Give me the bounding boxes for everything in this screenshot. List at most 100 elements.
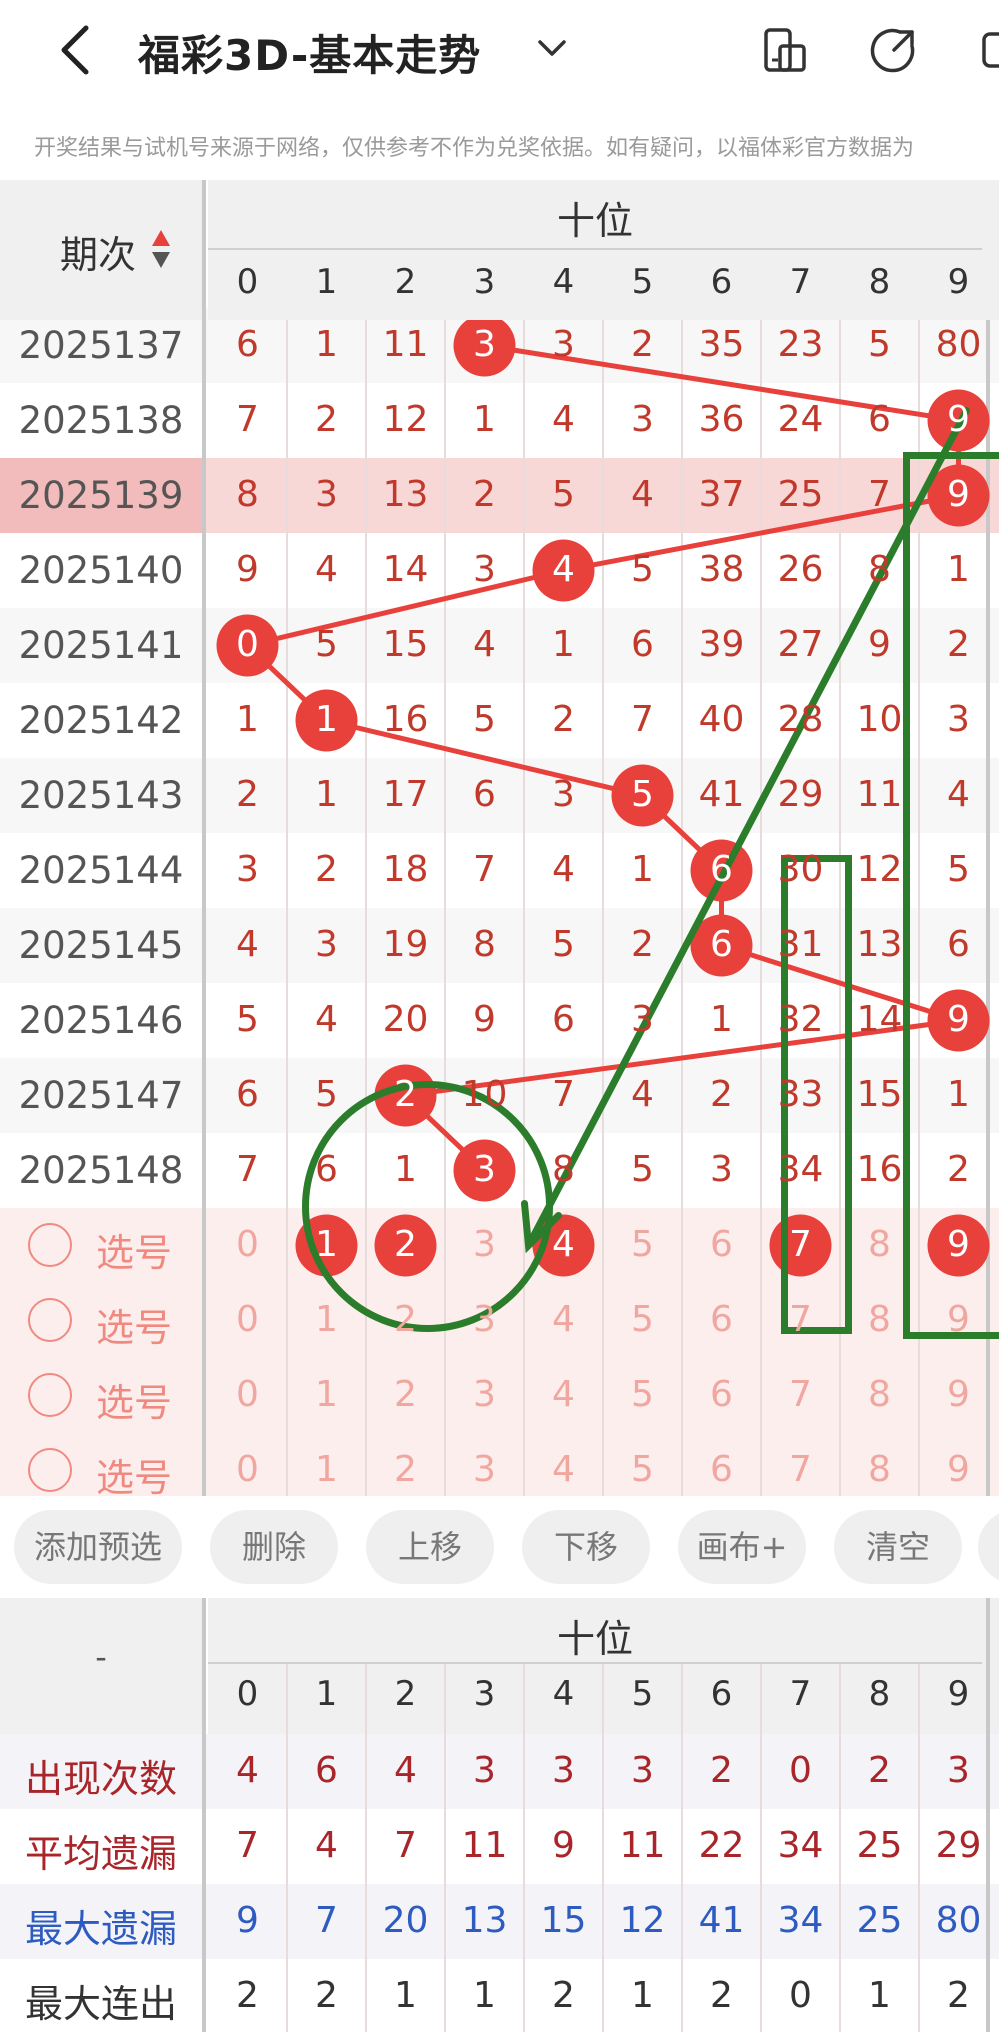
move-up-button[interactable]: 上移 xyxy=(366,1510,494,1584)
pick-digit[interactable]: 2 xyxy=(366,1449,445,1490)
pick-digit[interactable]: 7 xyxy=(761,1299,840,1340)
omission-cell: 15 xyxy=(366,624,445,665)
hit-number: 3 xyxy=(445,324,524,365)
page-title[interactable]: 福彩3D-基本走势 xyxy=(138,22,481,83)
pick-digit-selected[interactable]: 7 xyxy=(761,1224,840,1265)
pick-digit[interactable]: 4 xyxy=(524,1374,603,1415)
omission-cell: 4 xyxy=(445,624,524,665)
omission-cell: 35 xyxy=(682,324,761,365)
omission-cell: 4 xyxy=(524,849,603,890)
digit-header-1: 1 xyxy=(287,262,366,302)
clear-button[interactable]: 清空 xyxy=(834,1510,962,1584)
pick-digit[interactable]: 6 xyxy=(682,1374,761,1415)
pick-digit[interactable]: 7 xyxy=(761,1374,840,1415)
more-button[interactable] xyxy=(978,1510,999,1584)
pick-digit[interactable]: 0 xyxy=(208,1224,287,1265)
pick-digit[interactable]: 6 xyxy=(682,1299,761,1340)
stats-value: 22 xyxy=(682,1825,761,1866)
stats-value: 11 xyxy=(603,1825,682,1866)
omission-cell: 3 xyxy=(603,999,682,1040)
pick-digit[interactable]: 1 xyxy=(287,1449,366,1490)
stats-value: 1 xyxy=(445,1975,524,2016)
sort-icon[interactable] xyxy=(150,228,172,270)
pick-digit-selected[interactable]: 4 xyxy=(524,1224,603,1265)
digit-header-3: 3 xyxy=(445,262,524,302)
partial-icon[interactable] xyxy=(980,26,999,74)
pick-digit[interactable]: 3 xyxy=(445,1374,524,1415)
add-preselect-button[interactable]: 添加预选 xyxy=(14,1510,182,1584)
delete-button[interactable]: 删除 xyxy=(210,1510,338,1584)
stats-value: 9 xyxy=(208,1900,287,1941)
pick-digit[interactable]: 6 xyxy=(682,1449,761,1490)
stats-value: 4 xyxy=(208,1750,287,1791)
pick-digit[interactable]: 5 xyxy=(603,1449,682,1490)
pick-digit[interactable]: 3 xyxy=(445,1224,524,1265)
omission-cell: 30 xyxy=(761,849,840,890)
omission-cell: 32 xyxy=(761,999,840,1040)
pick-digit[interactable]: 8 xyxy=(840,1449,919,1490)
pick-digit[interactable]: 8 xyxy=(840,1374,919,1415)
stats-value: 0 xyxy=(761,1750,840,1791)
omission-cell: 7 xyxy=(603,699,682,740)
pick-digit[interactable]: 0 xyxy=(208,1449,287,1490)
period-header[interactable]: 期次 xyxy=(60,224,136,279)
omission-cell: 3 xyxy=(208,849,287,890)
omission-cell: 3 xyxy=(287,474,366,515)
pick-digit[interactable]: 8 xyxy=(840,1224,919,1265)
pick-digit[interactable]: 4 xyxy=(524,1299,603,1340)
canvas-plus-button[interactable]: 画布+ xyxy=(678,1510,806,1584)
digits-header: 十位 0123456789 xyxy=(208,180,999,320)
pick-digit[interactable]: 6 xyxy=(682,1224,761,1265)
omission-cell: 80 xyxy=(919,324,998,365)
stats-digit-header-8: 8 xyxy=(840,1674,919,1714)
pick-digit[interactable]: 1 xyxy=(287,1299,366,1340)
pick-digit[interactable]: 0 xyxy=(208,1299,287,1340)
stats-group-header: 十位 xyxy=(208,1608,982,1663)
period-header-cell: 期次 xyxy=(0,180,202,320)
phone-rotate-icon[interactable] xyxy=(760,26,808,74)
stats-digit-header-1: 1 xyxy=(287,1674,366,1714)
hit-number: 9 xyxy=(919,474,998,515)
stats-column-line xyxy=(602,1664,604,2032)
pick-digit[interactable]: 2 xyxy=(366,1299,445,1340)
omission-cell: 6 xyxy=(208,1074,287,1115)
omission-cell: 38 xyxy=(682,549,761,590)
omission-cell: 1 xyxy=(445,399,524,440)
stats-value: 2 xyxy=(682,1975,761,2016)
stats-digit-header-7: 7 xyxy=(761,1674,840,1714)
omission-cell: 23 xyxy=(761,324,840,365)
pick-digit[interactable]: 3 xyxy=(445,1449,524,1490)
pick-digit[interactable]: 9 xyxy=(919,1299,998,1340)
pick-digit-selected[interactable]: 2 xyxy=(366,1224,445,1265)
pick-digit[interactable]: 5 xyxy=(603,1299,682,1340)
pick-digit[interactable]: 4 xyxy=(524,1449,603,1490)
stats-column-line xyxy=(286,1664,288,2032)
stats-header-divider xyxy=(208,1662,982,1664)
pick-digit[interactable]: 8 xyxy=(840,1299,919,1340)
hit-number: 6 xyxy=(682,849,761,890)
pick-digit[interactable]: 1 xyxy=(287,1374,366,1415)
pick-digit[interactable]: 2 xyxy=(366,1374,445,1415)
pick-digit[interactable]: 7 xyxy=(761,1449,840,1490)
pick-digit[interactable]: 5 xyxy=(603,1374,682,1415)
stats-column-line xyxy=(365,1664,367,2032)
move-down-button[interactable]: 下移 xyxy=(522,1510,650,1584)
pick-digit[interactable]: 5 xyxy=(603,1224,682,1265)
chevron-left-icon[interactable] xyxy=(52,24,100,76)
pick-digit[interactable]: 9 xyxy=(919,1449,998,1490)
omission-cell: 7 xyxy=(208,1149,287,1190)
pick-digit-selected[interactable]: 9 xyxy=(919,1224,998,1265)
omission-cell: 15 xyxy=(840,1074,919,1115)
share-arrow-icon[interactable] xyxy=(870,26,918,74)
stats-value: 4 xyxy=(366,1750,445,1791)
omission-cell: 3 xyxy=(682,1149,761,1190)
omission-cell: 12 xyxy=(840,849,919,890)
omission-cell: 31 xyxy=(761,924,840,965)
chevron-down-icon[interactable] xyxy=(534,30,570,66)
pick-digit[interactable]: 0 xyxy=(208,1374,287,1415)
pick-digit[interactable]: 9 xyxy=(919,1374,998,1415)
pick-digit-selected[interactable]: 1 xyxy=(287,1224,366,1265)
pick-digit[interactable]: 3 xyxy=(445,1299,524,1340)
stats-column-line xyxy=(918,1664,920,2032)
digit-header-8: 8 xyxy=(840,262,919,302)
